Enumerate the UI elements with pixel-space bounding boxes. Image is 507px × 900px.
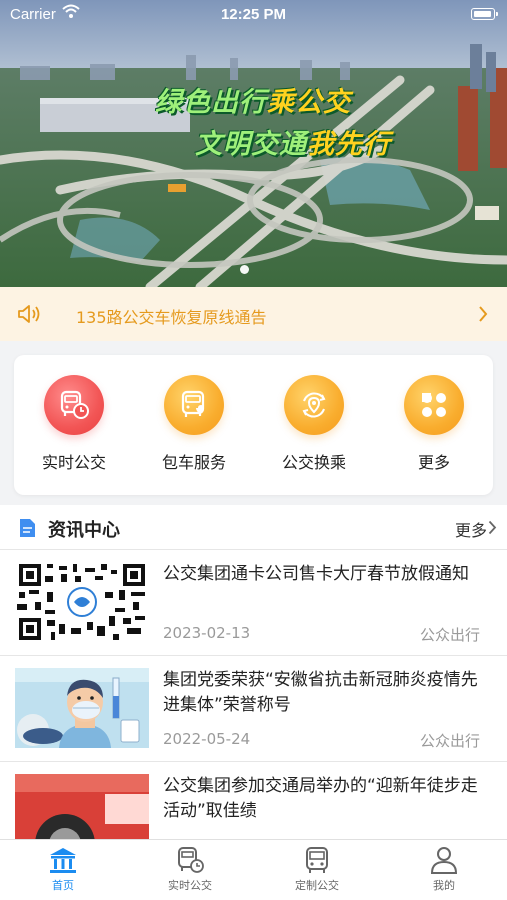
notice-text[interactable]: 135路公交车恢复原线通告 [76, 304, 267, 328]
news-thumbnail-illustration [15, 668, 149, 748]
news-date: 2023-02-13 [163, 624, 251, 642]
news-more-link[interactable]: 更多 [455, 517, 487, 541]
service-transfer[interactable]: 公交换乘 [259, 375, 369, 473]
service-more[interactable]: 更多 [379, 375, 489, 473]
service-charter[interactable]: 包车服务 [139, 375, 249, 473]
service-label: 公交换乘 [281, 453, 346, 472]
news-thumbnail-photo [15, 774, 149, 839]
banner-slogan-line1: 绿色出行乘公交 [155, 87, 351, 118]
tab-home[interactable]: 首页 [0, 846, 126, 893]
service-label: 实时公交 [41, 453, 106, 472]
user-icon [430, 847, 458, 874]
tab-label: 定制公交 [295, 879, 339, 892]
transfer-location-icon [284, 375, 344, 435]
tab-bar: 首页 实时公交 定制公交 我的 [0, 839, 507, 900]
status-time: 12:25 PM [220, 6, 287, 23]
tab-custom-bus[interactable]: 定制公交 [254, 846, 380, 893]
home-icon [50, 848, 76, 873]
news-list: 公交集团通卡公司售卡大厅春节放假通知 2023-02-13 公众出行 集团党委荣… [0, 549, 507, 839]
tab-label: 首页 [52, 879, 74, 892]
news-headline[interactable]: 集团党委荣获“安徽省抗击新冠肺炎疫情先进集体”荣誉称号 [163, 668, 493, 718]
chevron-right-icon[interactable] [488, 520, 497, 535]
news-section-title: 资讯中心 [48, 520, 120, 541]
banner-carousel[interactable]: Carrier 12:25 PM 绿色出行乘公交 文明交通我先行 [0, 0, 507, 287]
battery-icon [471, 8, 498, 20]
service-label: 包车服务 [161, 453, 226, 472]
carousel-dot[interactable] [240, 265, 249, 274]
bus-clock-icon [178, 847, 204, 873]
document-icon [20, 519, 35, 537]
service-label: 更多 [417, 453, 450, 472]
news-headline[interactable]: 公交集团通卡公司售卡大厅春节放假通知 [163, 562, 493, 587]
news-item[interactable]: 公交集团通卡公司售卡大厅春节放假通知 2023-02-13 公众出行 [0, 549, 507, 655]
news-item[interactable]: 集团党委荣获“安徽省抗击新冠肺炎疫情先进集体”荣誉称号 2022-05-24 公… [0, 655, 507, 761]
tab-label: 实时公交 [168, 879, 212, 892]
service-realtime-bus[interactable]: 实时公交 [19, 375, 129, 473]
bus-clock-icon [44, 375, 104, 435]
news-source: 公众出行 [419, 732, 480, 750]
bus-heart-icon [164, 375, 224, 435]
speaker-icon [18, 305, 40, 323]
news-source: 公众出行 [419, 626, 480, 644]
status-bar: Carrier 12:25 PM [0, 0, 507, 30]
banner-slogan-line2: 文明交通我先行 [195, 129, 391, 160]
bus-icon [306, 847, 328, 873]
grid-more-icon [404, 375, 464, 435]
chevron-right-icon[interactable] [478, 305, 488, 323]
news-thumbnail-qr [15, 562, 149, 642]
notice-bar[interactable]: 135路公交车恢复原线通告 [0, 287, 507, 341]
news-section-header: 资讯中心 更多 [0, 505, 507, 549]
news-item[interactable]: 公交集团参加交通局举办的“迎新年徒步走活动”取佳绩 [0, 761, 507, 839]
tab-profile[interactable]: 我的 [381, 846, 507, 893]
news-headline[interactable]: 公交集团参加交通局举办的“迎新年徒步走活动”取佳绩 [163, 774, 493, 824]
services-card: 实时公交 包车服务 公交换乘 更多 [14, 355, 493, 495]
news-date: 2022-05-24 [163, 730, 251, 748]
tab-label: 我的 [433, 879, 455, 892]
tab-realtime-bus[interactable]: 实时公交 [127, 846, 253, 893]
